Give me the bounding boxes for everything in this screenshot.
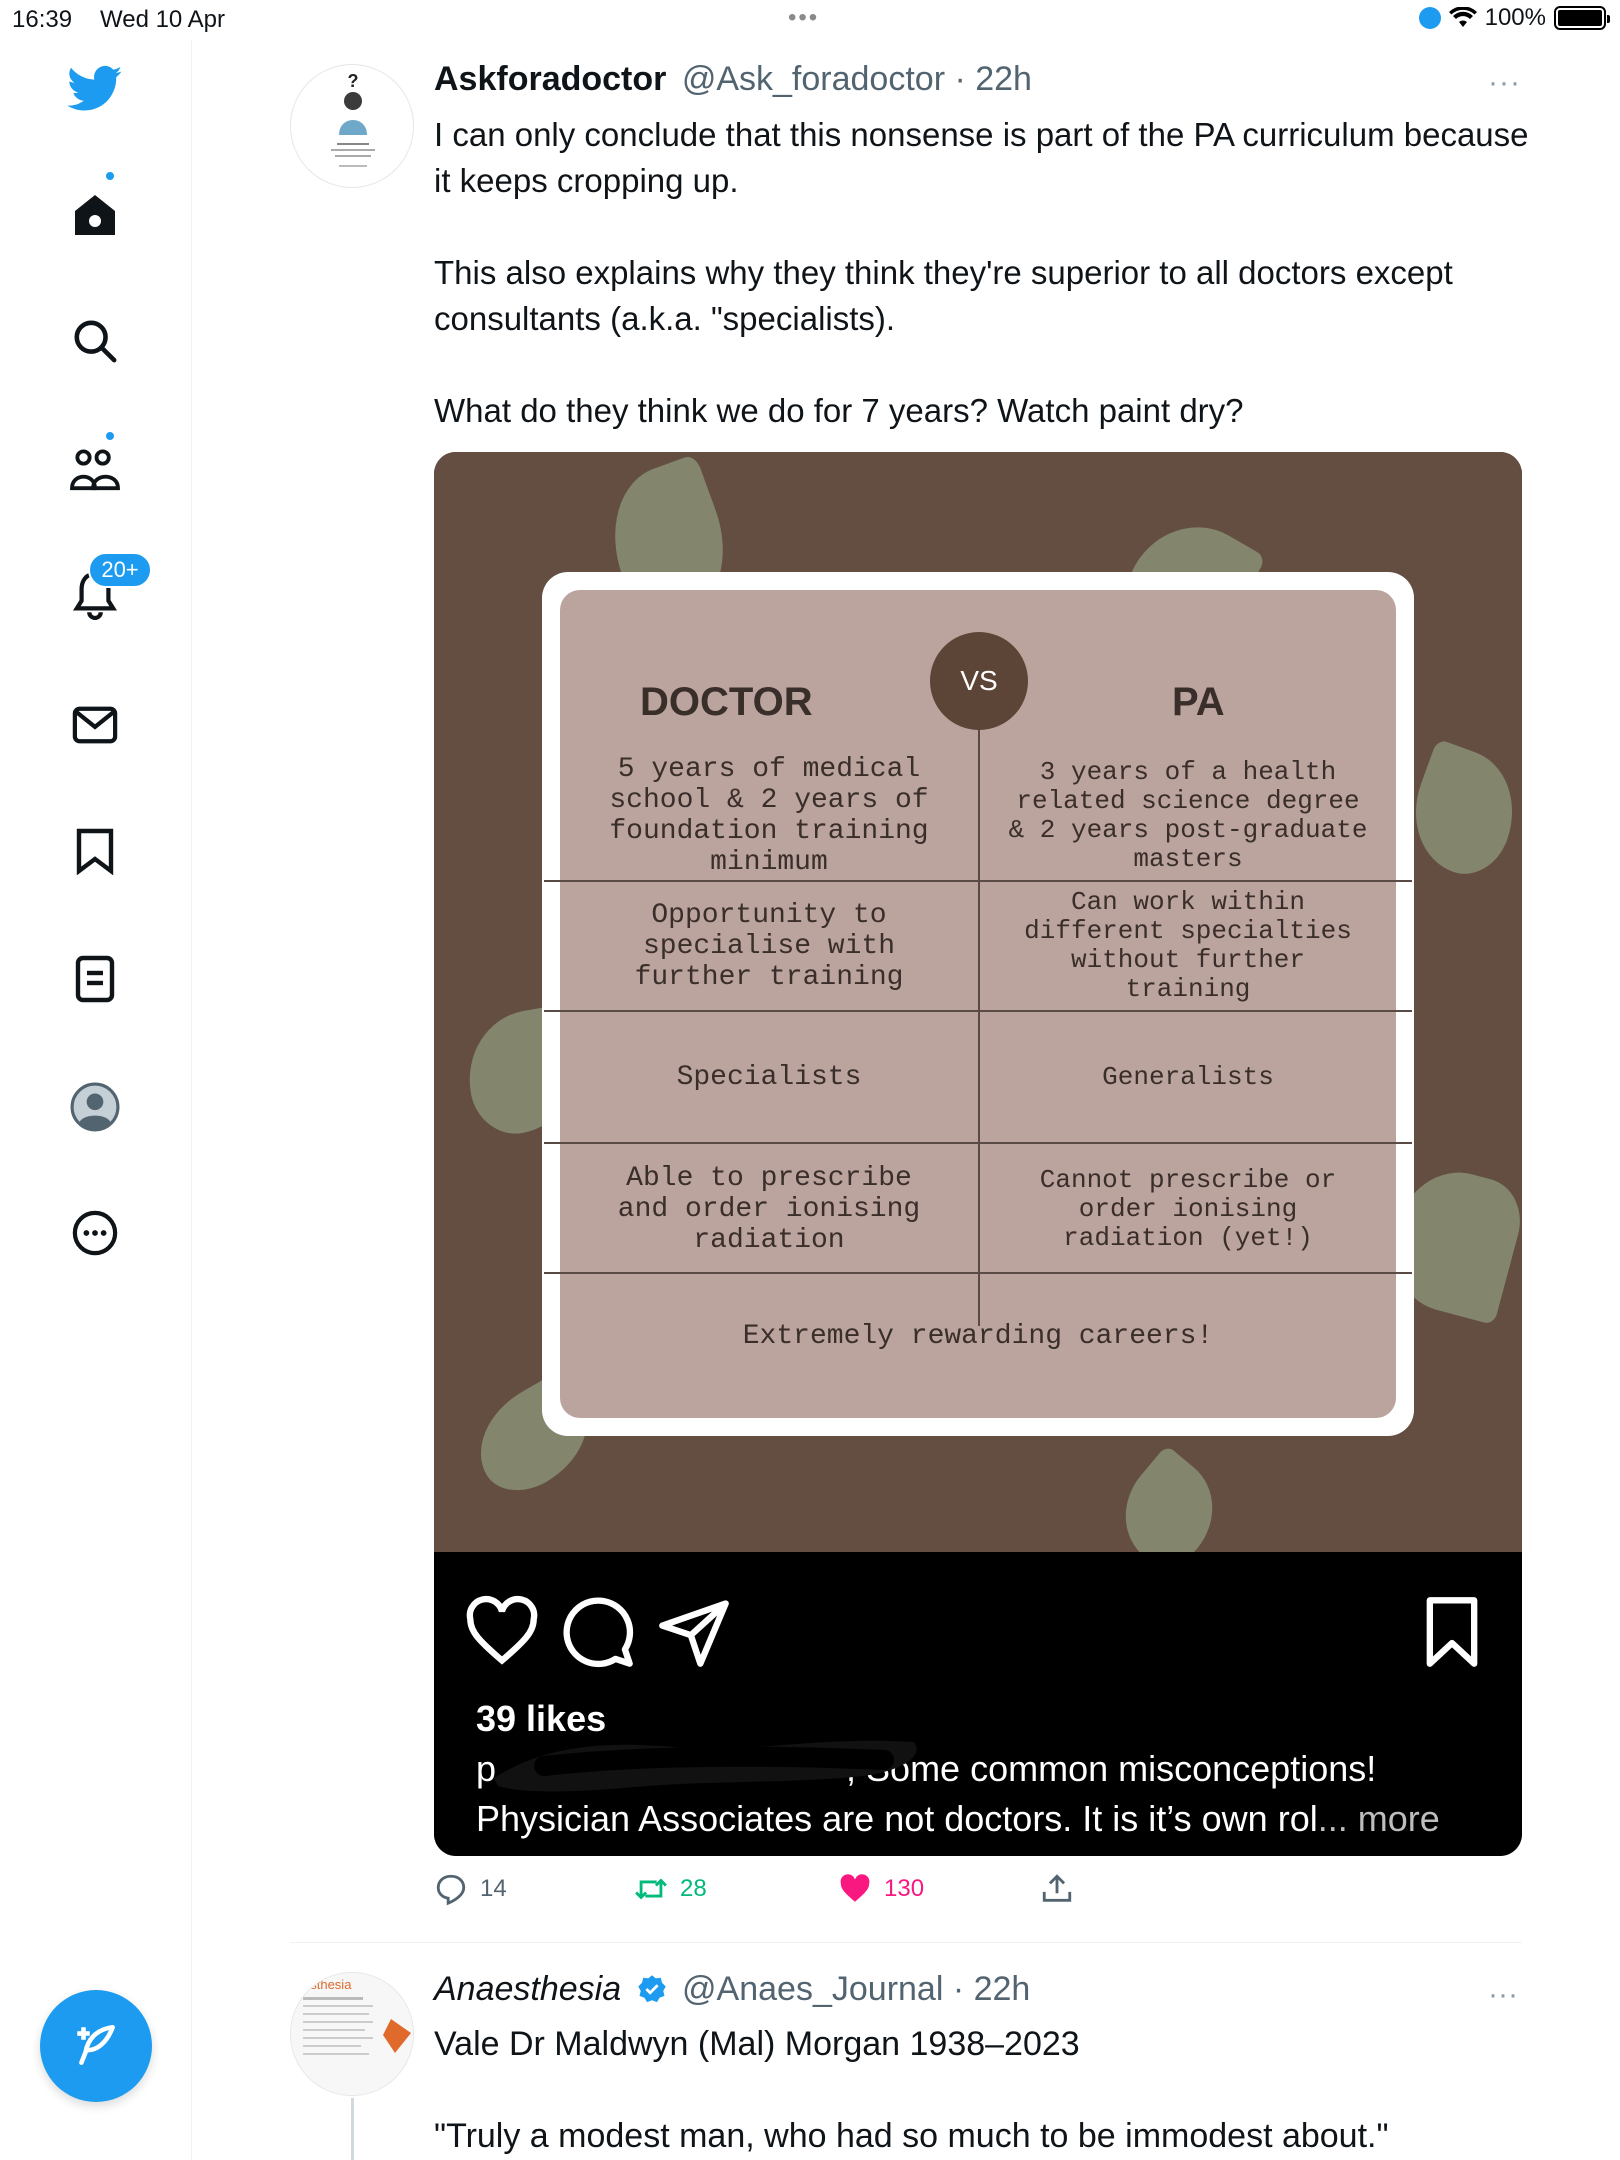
redaction-scribble — [494, 1740, 917, 1792]
pa-column-title: PA — [1172, 680, 1225, 724]
vs-badge: VS — [930, 632, 1028, 730]
status-bar: 16:39 Wed 10 Apr ••• 100% — [0, 0, 1620, 40]
avatar[interactable]: esthesia — [290, 1972, 414, 2096]
lists-icon[interactable] — [66, 950, 124, 1008]
heart-filled-icon — [840, 1874, 870, 1902]
retweet-count: 28 — [680, 1875, 707, 1902]
tweet-divider — [290, 1942, 1522, 1943]
battery-percent: 100% — [1484, 4, 1546, 31]
heart-icon — [466, 1595, 538, 1665]
location-icon — [1418, 7, 1441, 29]
author-handle[interactable]: @Anaes_Journal — [682, 1970, 943, 2008]
retweet-icon — [635, 1878, 667, 1900]
tweet-paragraph: Vale Dr Maldwyn (Mal) Morgan 1938–2023 — [434, 2025, 1080, 2063]
pa-cell: Generalists — [1102, 1061, 1274, 1092]
home-icon[interactable] — [66, 186, 124, 244]
doctor-cell: Specialists — [676, 1061, 862, 1093]
verified-badge-icon — [637, 1975, 666, 2003]
tweet-header: Anaesthesia @Anaes_Journal · 22h — [434, 1970, 1030, 2009]
communities-icon[interactable] — [66, 440, 124, 498]
status-time: 16:39 — [12, 6, 73, 33]
reply-icon — [436, 1874, 466, 1906]
author-handle[interactable]: @Ask_foradoctor — [682, 60, 945, 98]
tweet-paragraph: This also explains why they think they'r… — [434, 254, 1453, 337]
see-more-link[interactable]: ... more — [1318, 1798, 1440, 1839]
doctor-column-title: DOCTOR — [640, 680, 813, 724]
tweet-text: Vale Dr Maldwyn (Mal) Morgan 1938–2023 "… — [434, 2020, 1534, 2160]
thread-line — [351, 2098, 354, 2160]
reply-count: 14 — [480, 1875, 507, 1902]
compose-button[interactable] — [40, 1990, 152, 2102]
tweet-more-button[interactable]: ··· — [1488, 1978, 1518, 2012]
row-divider — [544, 1010, 1412, 1012]
instagram-actions-bar: 39 likes p, Some common misconceptions! … — [434, 1552, 1522, 1856]
comment-icon — [563, 1597, 634, 1668]
avatar-journal-name: esthesia — [303, 1977, 352, 1992]
tweet-paragraph: What do they think we do for 7 years? Wa… — [434, 392, 1244, 429]
tweet-paragraph: "Truly a modest man, who had so much to … — [434, 2117, 1389, 2155]
row-divider — [544, 1142, 1412, 1144]
messages-icon[interactable] — [66, 696, 124, 754]
save-icon — [1426, 1597, 1478, 1667]
twitter-logo-icon[interactable] — [66, 60, 124, 118]
retweet-button[interactable]: 28 — [634, 1872, 707, 1906]
communities-notification-dot — [104, 430, 116, 442]
avatar-mark: ? — [348, 71, 359, 91]
author-name[interactable]: Anaesthesia — [434, 1970, 621, 2008]
tweet-time[interactable]: · 22h — [954, 60, 1032, 98]
leaf-decoration — [1396, 738, 1522, 886]
like-button[interactable]: 130 — [838, 1872, 924, 1906]
doctor-cell: 5 years of medical school & 2 years of f… — [609, 754, 929, 878]
avatar[interactable]: ? — [290, 64, 414, 188]
pa-cell: Cannot prescribe or order ionising radia… — [1039, 1164, 1337, 1253]
home-notification-dot — [104, 170, 116, 182]
share-icon — [659, 1600, 729, 1667]
tweet-actions: 14 28 130 — [434, 1872, 1534, 1912]
sidebar: 20+ — [0, 40, 192, 2160]
doctor-cell: Able to prescribe and order ionising rad… — [617, 1162, 921, 1256]
search-icon[interactable] — [66, 312, 124, 370]
share-button[interactable] — [1040, 1872, 1074, 1906]
like-count: 130 — [884, 1875, 925, 1902]
upload-share-icon — [1042, 1874, 1072, 1902]
doctor-cell: Opportunity to specialise with further t… — [634, 899, 904, 993]
battery-icon — [1554, 6, 1610, 30]
tweet-more-button[interactable]: ··· — [1488, 66, 1521, 100]
tweet-text: I can only conclude that this nonsense i… — [434, 112, 1534, 434]
tweet-time[interactable]: · 22h — [953, 1970, 1031, 2008]
bookmarks-icon[interactable] — [66, 822, 124, 880]
multitasking-dots-icon[interactable]: ••• — [788, 4, 819, 32]
author-name[interactable]: Askforadoctor — [434, 60, 666, 98]
comparison-card: DOCTOR VS PA 5 years of medical school &… — [542, 572, 1414, 1436]
reply-button[interactable]: 14 — [434, 1872, 507, 1906]
compose-icon — [77, 2024, 115, 2065]
leaf-decoration — [1102, 1444, 1236, 1552]
profile-icon[interactable] — [66, 1078, 124, 1136]
wifi-icon — [1448, 7, 1477, 27]
notifications-badge: 20+ — [88, 552, 152, 588]
row-divider — [544, 880, 1412, 882]
tweet-paragraph: I can only conclude that this nonsense i… — [434, 116, 1529, 199]
pa-cell: 3 years of a health related science degr… — [1008, 757, 1368, 874]
more-icon[interactable] — [66, 1204, 124, 1262]
instagram-post-image: DOCTOR VS PA 5 years of medical school &… — [434, 452, 1522, 1552]
tweet-media[interactable]: DOCTOR VS PA 5 years of medical school &… — [434, 452, 1522, 1856]
status-date: Wed 10 Apr — [100, 6, 225, 33]
comparison-table: DOCTOR VS PA 5 years of medical school &… — [544, 590, 1412, 1418]
tweet-header: Askforadoctor @Ask_foradoctor · 22h — [434, 60, 1032, 99]
instagram-caption-line-2: Physician Associates are not doctors. It… — [476, 1798, 1440, 1839]
pa-cell: Can work within different specialties wi… — [1024, 887, 1352, 1004]
table-footer: Extremely rewarding careers! — [742, 1320, 1214, 1352]
row-divider — [544, 1272, 1412, 1274]
